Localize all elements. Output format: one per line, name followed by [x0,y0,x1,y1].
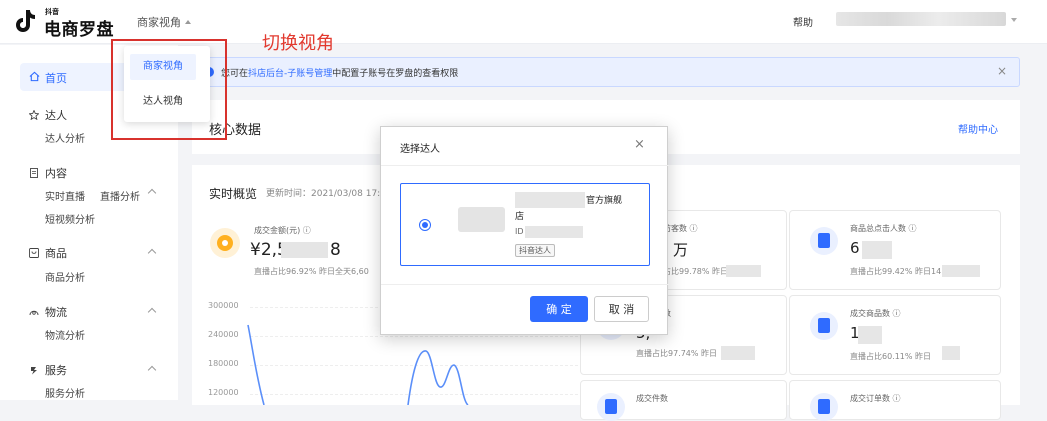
user-account-blurred[interactable] [836,12,1006,26]
modal-title: 选择达人 [400,144,440,155]
sidebar-section-label: 物流 [45,306,67,319]
talent-name-line2: 店 [515,212,525,222]
sidebar-item-label: 首页 [45,72,67,85]
metric-label: 成交订单数 ⓘ [850,394,901,403]
service-icon [31,367,37,375]
metric-goods-clicks[interactable]: 商品总点击人数 ⓘ 6 直播占比99.42% 昨日14 [789,210,1001,290]
chart-y-tick: 240000 [208,330,239,339]
sidebar-item-talent-analysis[interactable]: 达人分析 [45,130,85,145]
gmv-value-suffix: 8 [330,240,341,260]
chart-y-tick: 120000 [208,388,239,397]
talent-icon [29,110,39,120]
sidebar-section-label: 商品 [45,247,67,260]
sidebar-section-service[interactable]: 服务 [29,362,67,378]
gmv-value-blurred [281,242,328,258]
sidebar-item-logistics-analysis[interactable]: 物流分析 [45,327,85,342]
sidebar-section-label: 服务 [45,364,67,377]
metric-goods-sold[interactable]: 成交商品数 ⓘ 1 直播占比60.11% 昨日 [789,295,1001,375]
modal-divider [381,165,669,166]
chart-y-tick: 300000 [208,301,239,310]
goods-sold-icon [810,312,838,340]
chevron-up-icon[interactable] [147,188,157,198]
metric-value: 万 [673,241,689,259]
sidebar-section-goods[interactable]: 商品 [29,245,67,261]
view-switch-label: 商家视角 [137,16,181,29]
gmv-sub-text: 直播占比96.92% 昨日全天6,60 [254,267,369,276]
chevron-up-icon[interactable] [147,365,157,375]
sidebar-section-content[interactable]: 内容 [29,165,67,181]
realtime-title: 实时概览 [209,187,258,201]
metric-sub-blurred [942,265,980,277]
chevron-up-icon[interactable] [147,248,157,258]
metric-sub-blurred [726,265,761,277]
talent-id-label: ID [515,227,524,236]
subaccount-link[interactable]: 抖店后台-子账号管理 [248,69,332,79]
notice-text: 您可在抖店后台-子账号管理中配置子账号在罗盘的查看权限 [221,66,458,79]
home-icon [29,71,40,82]
talent-name-tail: 官方旗舰 [586,196,623,206]
modal-divider [381,284,669,285]
metric-label: 成交商品数 ⓘ [850,309,901,318]
sidebar-item-service-analysis[interactable]: 服务分析 [45,385,85,400]
sidebar-section-talent[interactable]: 达人 [29,107,67,123]
logistics-icon [29,310,39,316]
notice-suffix: 中配置子账号在罗盘的查看权限 [332,69,459,79]
update-time: 更新时间：2021/03/08 17:1 [266,189,386,199]
close-icon[interactable]: × [634,137,645,152]
select-talent-modal: 选择达人 × 官方旗舰 店 ID 抖音达人 确 定 取 消 [380,126,669,335]
caret-up-icon [185,20,191,24]
gmv-coin-icon [210,228,240,258]
talent-tag: 抖音达人 [515,244,555,257]
metric-sub: 直播占比99.42% 昨日14 [850,267,942,276]
help-center-link[interactable]: 帮助中心 [958,121,998,136]
metric-value-blurred [862,241,892,259]
gmv-label: 成交金额(元) ⓘ [254,226,311,235]
chevron-down-icon[interactable] [1011,18,1017,22]
metric-items-sold[interactable]: 成交件数 [580,380,787,421]
talent-name-blurred [515,192,585,208]
orders-icon [810,393,838,421]
metric-sub: 直播占比60.11% 昨日 [850,352,932,361]
metric-value-blurred [858,326,882,344]
sidebar-item-live-analysis[interactable]: 直播分析 [100,188,140,203]
sidebar-section-label: 内容 [45,167,67,180]
talent-id-blurred [525,226,583,238]
sidebar-item-goods-analysis[interactable]: 商品分析 [45,269,85,284]
sidebar-section-logistics[interactable]: 物流 [29,304,67,320]
metric-label: 商品总点击人数 ⓘ [850,224,917,233]
brand-title: 电商罗盘 [44,20,114,40]
top-bar: 抖音 电商罗盘 商家视角 帮助 [0,0,1047,44]
metric-sub: 占比99.78% 昨日 [663,267,729,276]
avatar [458,207,505,232]
cancel-button[interactable]: 取 消 [594,296,649,322]
radio-selected[interactable] [419,219,431,231]
sidebar-item-live-realtime[interactable]: 实时直播 [45,188,85,203]
items-sold-icon [597,393,625,421]
help-link[interactable]: 帮助 [793,14,813,29]
goods-icon [29,248,39,258]
metric-orders[interactable]: 成交订单数 ⓘ [789,380,1001,421]
confirm-button[interactable]: 确 定 [530,296,588,322]
view-switch-dropdown[interactable]: 商家视角 [137,14,191,30]
metric-sub-blurred [721,346,755,360]
metric-value: 6 [850,239,860,257]
close-icon[interactable]: × [997,64,1007,78]
metric-sub: 直播占比97.74% 昨日 [636,349,718,358]
annotation-highlight-box [111,39,227,140]
sidebar-section-label: 达人 [45,109,67,122]
metric-sub-blurred [942,346,960,360]
goods-click-icon [810,227,838,255]
sidebar-item-short-video[interactable]: 短视频分析 [45,211,95,226]
metric-label: 访客数 ⓘ [663,224,698,233]
talent-option[interactable]: 官方旗舰 店 ID 抖音达人 [400,183,650,266]
chart-y-tick: 180000 [208,359,239,368]
metric-label: 成交件数 [636,394,668,403]
notice-bar: ! 您可在抖店后台-子账号管理中配置子账号在罗盘的查看权限 × [192,57,1020,87]
douyin-logo-icon [16,10,35,32]
annotation-label: 切换视角 [262,33,334,54]
chevron-up-icon[interactable] [147,307,157,317]
document-icon [30,168,38,178]
